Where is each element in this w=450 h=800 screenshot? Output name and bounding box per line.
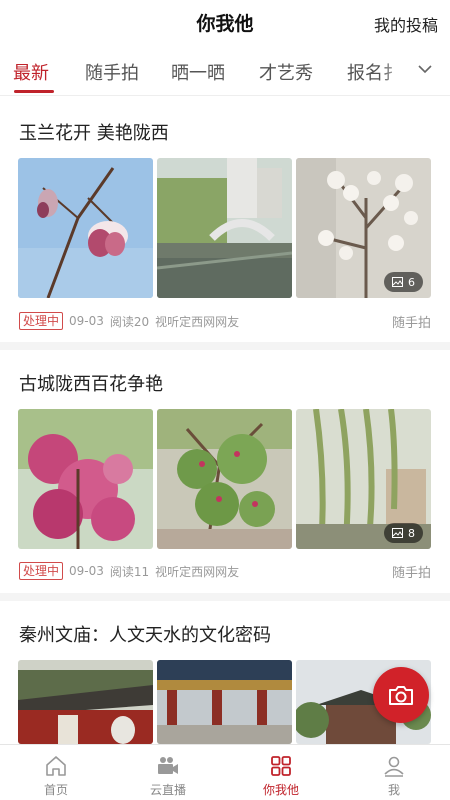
camera-post-button[interactable] [373, 667, 429, 723]
nav-label: 首页 [43, 783, 68, 797]
post-image[interactable] [157, 409, 292, 549]
post-title: 玉兰花开 美艳陇西 [19, 123, 169, 144]
tab-share[interactable]: 晒一晒 [171, 59, 225, 85]
post-image[interactable] [18, 409, 153, 549]
image-count-badge: 6 [384, 272, 423, 292]
post-author: 视听定西网网友 [155, 314, 240, 329]
post-image[interactable]: 6 [296, 158, 431, 298]
post-title: 秦州文庙：人文天水的文化密码 [19, 625, 271, 646]
bottom-nav: 首页 云直播 你我他 我 [0, 744, 450, 800]
nav-label: 云直播 [149, 783, 186, 797]
post-card[interactable]: 古城陇西百花争艳 8 处理中 09-03 阅读11 视听定西网网友 随手拍 [0, 350, 450, 600]
active-tab-indicator [14, 90, 54, 93]
post-category[interactable]: 随手拍 [392, 312, 431, 331]
nav-label: 你我他 [262, 783, 299, 797]
nav-item-community[interactable]: 你我他 [225, 745, 337, 800]
nav-item-home[interactable]: 首页 [0, 745, 112, 800]
category-tabs: 最新 随手拍 晒一晒 才艺秀 报名扌 [0, 46, 450, 96]
tab-fade [380, 46, 450, 95]
post-image[interactable] [18, 158, 153, 298]
status-badge: 处理中 [19, 562, 64, 580]
image-icon [392, 528, 403, 538]
post-card[interactable]: 玉兰花开 美艳陇西 6 处理中 09-03 阅读20 视听定西网网友 随手拍 [0, 97, 450, 347]
nav-item-live[interactable]: 云直播 [112, 745, 224, 800]
post-date: 09-03 [69, 314, 104, 328]
nav-label: 我 [387, 783, 400, 797]
post-date: 09-03 [69, 564, 104, 578]
post-meta: 处理中 09-03 阅读20 视听定西网网友 [19, 312, 239, 330]
post-image[interactable] [157, 158, 292, 298]
tab-talent[interactable]: 才艺秀 [259, 59, 313, 85]
tab-latest[interactable]: 最新 [13, 59, 49, 85]
video-camera-icon [158, 757, 178, 774]
image-count: 8 [408, 526, 415, 540]
grid-icon [271, 756, 291, 776]
divider [0, 593, 450, 601]
user-icon [384, 756, 404, 777]
post-author: 视听定西网网友 [155, 564, 240, 579]
camera-icon [389, 686, 413, 705]
chevron-down-icon[interactable] [418, 62, 432, 76]
post-image[interactable]: 8 [296, 409, 431, 549]
post-image[interactable] [157, 660, 292, 744]
tab-snapshot[interactable]: 随手拍 [85, 59, 139, 85]
image-count-badge: 8 [384, 523, 423, 543]
nav-item-me[interactable]: 我 [338, 745, 450, 800]
image-icon [392, 277, 403, 287]
post-reads: 阅读11 [109, 564, 150, 579]
post-meta: 处理中 09-03 阅读11 视听定西网网友 [19, 562, 239, 580]
my-submissions-link[interactable]: 我的投稿 [374, 12, 438, 36]
post-image[interactable] [18, 660, 153, 744]
home-icon [46, 756, 66, 776]
divider [0, 342, 450, 350]
status-badge: 处理中 [19, 312, 64, 330]
post-category[interactable]: 随手拍 [392, 562, 431, 581]
top-header: 你我他 我的投稿 [0, 0, 450, 46]
post-reads: 阅读20 [109, 314, 150, 329]
image-count: 6 [408, 275, 415, 289]
post-title: 古城陇西百花争艳 [19, 374, 163, 395]
